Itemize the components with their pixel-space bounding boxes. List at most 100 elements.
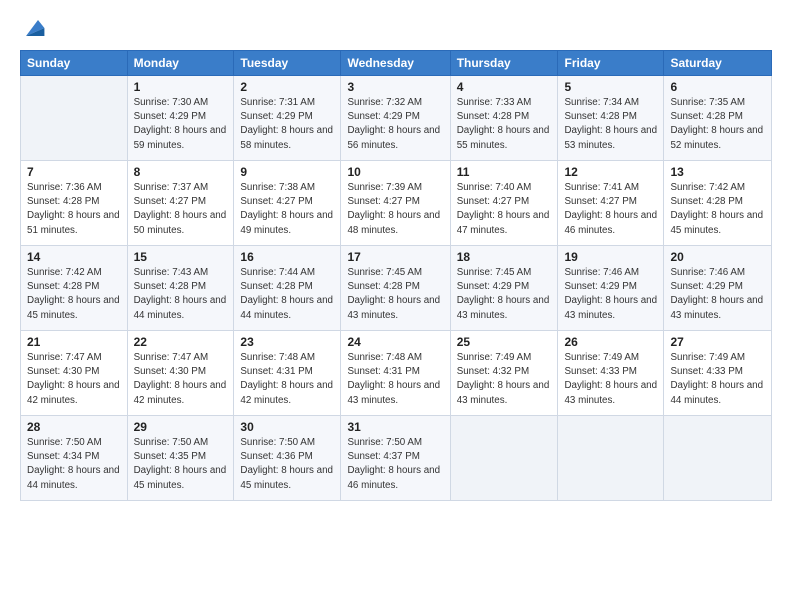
day-info: Sunrise: 7:35 AMSunset: 4:28 PMDaylight:… [670, 96, 765, 153]
day-info: Sunrise: 7:30 AMSunset: 4:29 PMDaylight:… [134, 96, 228, 153]
day-header-friday: Friday [558, 51, 664, 76]
day-number: 2 [240, 80, 334, 94]
week-row-5: 28 Sunrise: 7:50 AMSunset: 4:34 PMDayligh… [21, 416, 772, 501]
day-cell: 26 Sunrise: 7:49 AMSunset: 4:33 PMDayligh… [558, 331, 664, 416]
day-info: Sunrise: 7:46 AMSunset: 4:29 PMDaylight:… [564, 266, 657, 323]
day-number: 1 [134, 80, 228, 94]
day-info: Sunrise: 7:50 AMSunset: 4:36 PMDaylight:… [240, 436, 334, 493]
day-header-monday: Monday [127, 51, 234, 76]
day-number: 17 [347, 250, 443, 264]
day-info: Sunrise: 7:48 AMSunset: 4:31 PMDaylight:… [240, 351, 334, 408]
day-number: 16 [240, 250, 334, 264]
day-info: Sunrise: 7:47 AMSunset: 4:30 PMDaylight:… [27, 351, 121, 408]
day-number: 30 [240, 420, 334, 434]
day-info: Sunrise: 7:37 AMSunset: 4:27 PMDaylight:… [134, 181, 228, 238]
day-info: Sunrise: 7:34 AMSunset: 4:28 PMDaylight:… [564, 96, 657, 153]
week-row-4: 21 Sunrise: 7:47 AMSunset: 4:30 PMDayligh… [21, 331, 772, 416]
day-info: Sunrise: 7:50 AMSunset: 4:37 PMDaylight:… [347, 436, 443, 493]
day-info: Sunrise: 7:48 AMSunset: 4:31 PMDaylight:… [347, 351, 443, 408]
day-cell: 22 Sunrise: 7:47 AMSunset: 4:30 PMDayligh… [127, 331, 234, 416]
day-number: 11 [457, 165, 552, 179]
day-info: Sunrise: 7:31 AMSunset: 4:29 PMDaylight:… [240, 96, 334, 153]
day-cell: 17 Sunrise: 7:45 AMSunset: 4:28 PMDayligh… [341, 246, 450, 331]
day-info: Sunrise: 7:39 AMSunset: 4:27 PMDaylight:… [347, 181, 443, 238]
day-info: Sunrise: 7:45 AMSunset: 4:29 PMDaylight:… [457, 266, 552, 323]
day-info: Sunrise: 7:36 AMSunset: 4:28 PMDaylight:… [27, 181, 121, 238]
day-number: 26 [564, 335, 657, 349]
day-info: Sunrise: 7:46 AMSunset: 4:29 PMDaylight:… [670, 266, 765, 323]
day-number: 20 [670, 250, 765, 264]
day-header-sunday: Sunday [21, 51, 128, 76]
day-info: Sunrise: 7:40 AMSunset: 4:27 PMDaylight:… [457, 181, 552, 238]
day-cell: 12Sunrise: 7:41 AMSunset: 4:27 PMDayligh… [558, 161, 664, 246]
day-cell: 4 Sunrise: 7:33 AMSunset: 4:28 PMDaylight… [450, 76, 558, 161]
day-cell: 30 Sunrise: 7:50 AMSunset: 4:36 PMDayligh… [234, 416, 341, 501]
page: SundayMondayTuesdayWednesdayThursdayFrid… [0, 0, 792, 511]
day-number: 9 [240, 165, 334, 179]
day-cell: 15 Sunrise: 7:43 AMSunset: 4:28 PMDayligh… [127, 246, 234, 331]
day-number: 25 [457, 335, 552, 349]
day-cell: 29Sunrise: 7:50 AMSunset: 4:35 PMDayligh… [127, 416, 234, 501]
day-cell: 18Sunrise: 7:45 AMSunset: 4:29 PMDayligh… [450, 246, 558, 331]
day-cell: 13 Sunrise: 7:42 AMSunset: 4:28 PMDayligh… [664, 161, 772, 246]
day-number: 27 [670, 335, 765, 349]
day-info: Sunrise: 7:38 AMSunset: 4:27 PMDaylight:… [240, 181, 334, 238]
day-info: Sunrise: 7:50 AMSunset: 4:35 PMDaylight:… [134, 436, 228, 493]
day-cell: 11 Sunrise: 7:40 AMSunset: 4:27 PMDayligh… [450, 161, 558, 246]
calendar-body: 1 Sunrise: 7:30 AMSunset: 4:29 PMDaylight… [21, 76, 772, 501]
day-number: 5 [564, 80, 657, 94]
day-number: 22 [134, 335, 228, 349]
day-cell: 6Sunrise: 7:35 AMSunset: 4:28 PMDaylight… [664, 76, 772, 161]
day-number: 19 [564, 250, 657, 264]
day-info: Sunrise: 7:42 AMSunset: 4:28 PMDaylight:… [670, 181, 765, 238]
calendar-header: SundayMondayTuesdayWednesdayThursdayFrid… [21, 51, 772, 76]
day-info: Sunrise: 7:43 AMSunset: 4:28 PMDaylight:… [134, 266, 228, 323]
day-number: 8 [134, 165, 228, 179]
day-cell: 2 Sunrise: 7:31 AMSunset: 4:29 PMDaylight… [234, 76, 341, 161]
calendar-table: SundayMondayTuesdayWednesdayThursdayFrid… [20, 50, 772, 501]
day-cell: 19 Sunrise: 7:46 AMSunset: 4:29 PMDayligh… [558, 246, 664, 331]
day-cell [558, 416, 664, 501]
logo-icon [22, 16, 46, 40]
week-row-2: 7Sunrise: 7:36 AMSunset: 4:28 PMDaylight… [21, 161, 772, 246]
day-cell: 7Sunrise: 7:36 AMSunset: 4:28 PMDaylight… [21, 161, 128, 246]
day-number: 4 [457, 80, 552, 94]
day-number: 12 [564, 165, 657, 179]
day-cell [21, 76, 128, 161]
day-info: Sunrise: 7:32 AMSunset: 4:29 PMDaylight:… [347, 96, 443, 153]
day-number: 28 [27, 420, 121, 434]
day-info: Sunrise: 7:44 AMSunset: 4:28 PMDaylight:… [240, 266, 334, 323]
day-cell: 24 Sunrise: 7:48 AMSunset: 4:31 PMDayligh… [341, 331, 450, 416]
logo [20, 16, 46, 40]
day-info: Sunrise: 7:49 AMSunset: 4:33 PMDaylight:… [564, 351, 657, 408]
day-number: 13 [670, 165, 765, 179]
day-info: Sunrise: 7:50 AMSunset: 4:34 PMDaylight:… [27, 436, 121, 493]
day-info: Sunrise: 7:45 AMSunset: 4:28 PMDaylight:… [347, 266, 443, 323]
day-header-wednesday: Wednesday [341, 51, 450, 76]
day-info: Sunrise: 7:49 AMSunset: 4:32 PMDaylight:… [457, 351, 552, 408]
day-header-saturday: Saturday [664, 51, 772, 76]
day-number: 31 [347, 420, 443, 434]
day-number: 21 [27, 335, 121, 349]
week-row-3: 14 Sunrise: 7:42 AMSunset: 4:28 PMDayligh… [21, 246, 772, 331]
day-number: 10 [347, 165, 443, 179]
day-cell: 3 Sunrise: 7:32 AMSunset: 4:29 PMDaylight… [341, 76, 450, 161]
day-number: 15 [134, 250, 228, 264]
day-cell: 14 Sunrise: 7:42 AMSunset: 4:28 PMDayligh… [21, 246, 128, 331]
day-info: Sunrise: 7:49 AMSunset: 4:33 PMDaylight:… [670, 351, 765, 408]
day-number: 14 [27, 250, 121, 264]
day-cell [664, 416, 772, 501]
day-cell: 27 Sunrise: 7:49 AMSunset: 4:33 PMDayligh… [664, 331, 772, 416]
day-number: 24 [347, 335, 443, 349]
day-info: Sunrise: 7:47 AMSunset: 4:30 PMDaylight:… [134, 351, 228, 408]
day-info: Sunrise: 7:42 AMSunset: 4:28 PMDaylight:… [27, 266, 121, 323]
day-cell: 21 Sunrise: 7:47 AMSunset: 4:30 PMDayligh… [21, 331, 128, 416]
day-cell: 20 Sunrise: 7:46 AMSunset: 4:29 PMDayligh… [664, 246, 772, 331]
day-number: 3 [347, 80, 443, 94]
day-cell: 5 Sunrise: 7:34 AMSunset: 4:28 PMDaylight… [558, 76, 664, 161]
day-info: Sunrise: 7:33 AMSunset: 4:28 PMDaylight:… [457, 96, 552, 153]
header-row: SundayMondayTuesdayWednesdayThursdayFrid… [21, 51, 772, 76]
day-cell: 25 Sunrise: 7:49 AMSunset: 4:32 PMDayligh… [450, 331, 558, 416]
day-cell: 23Sunrise: 7:48 AMSunset: 4:31 PMDayligh… [234, 331, 341, 416]
day-cell: 16 Sunrise: 7:44 AMSunset: 4:28 PMDayligh… [234, 246, 341, 331]
